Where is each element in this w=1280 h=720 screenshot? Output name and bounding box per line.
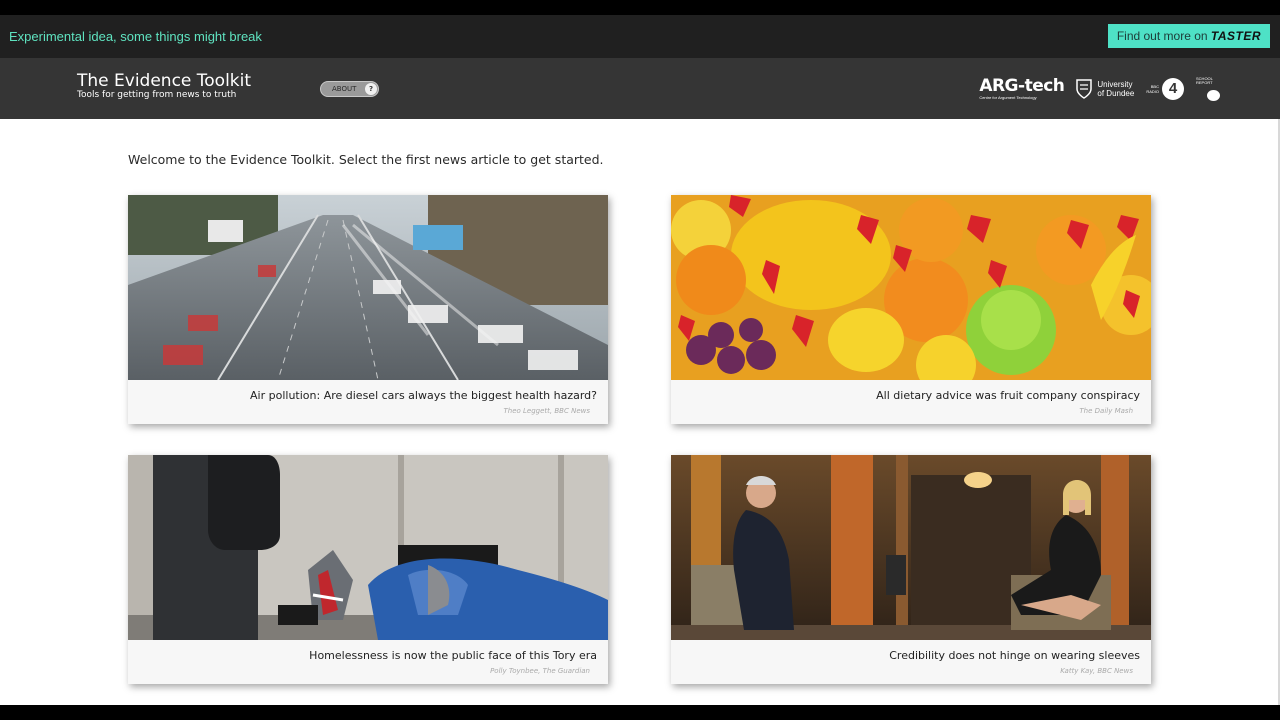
question-icon: ? (365, 83, 377, 95)
about-label: ABOUT (332, 85, 357, 93)
article-card[interactable]: Credibility does not hinge on wearing sl… (671, 455, 1151, 684)
article-byline: Theo Leggett, BBC News (503, 407, 591, 415)
welcome-text: Welcome to the Evidence Toolkit. Select … (128, 152, 604, 167)
article-headline: Credibility does not hinge on wearing sl… (889, 649, 1140, 662)
motorway-traffic-photo (128, 195, 608, 380)
site-title[interactable]: The Evidence Toolkit (77, 71, 251, 91)
site-subtitle: Tools for getting from news to truth (77, 90, 237, 100)
shield-icon (1076, 79, 1093, 99)
bottom-letterbox (0, 705, 1280, 720)
find-out-more-taster-button[interactable]: Find out more on TASTER (1107, 24, 1270, 48)
article-headline: Air pollution: Are diesel cars always th… (250, 389, 597, 402)
bbc-radio-4-logo: BBC RADIO 4 (1146, 78, 1184, 100)
about-button[interactable]: ABOUT ? (320, 81, 379, 97)
experimental-banner: Experimental idea, some things might bre… (0, 15, 1280, 58)
article-card[interactable]: Homelessness is now the public face of t… (128, 455, 608, 684)
interview-photo (671, 455, 1151, 640)
article-card[interactable]: Air pollution: Are diesel cars always th… (128, 195, 608, 424)
site-header: The Evidence Toolkit Tools for getting f… (0, 58, 1280, 119)
taster-button-label: Find out more on (1116, 29, 1211, 43)
article-caption: Credibility does not hinge on wearing sl… (671, 640, 1151, 684)
article-headline: Homelessness is now the public face of t… (309, 649, 597, 662)
article-caption: Air pollution: Are diesel cars always th… (128, 380, 608, 424)
article-byline: Katty Kay, BBC News (1060, 667, 1133, 675)
partner-logos: ARG-tech Centre for Argument Technology … (979, 74, 1220, 104)
article-headline: All dietary advice was fruit company con… (876, 389, 1140, 402)
argtech-logo: ARG-tech Centre for Argument Technology (979, 76, 1065, 100)
main-content: Welcome to the Evidence Toolkit. Select … (0, 119, 1280, 705)
taster-brand: TASTER (1210, 29, 1261, 43)
fruit-pile-photo (671, 195, 1151, 380)
experimental-notice: Experimental idea, some things might bre… (9, 29, 262, 44)
speech-bubble-icon (1207, 90, 1220, 101)
article-caption: Homelessness is now the public face of t… (128, 640, 608, 684)
article-card[interactable]: All dietary advice was fruit company con… (671, 195, 1151, 424)
app-frame: Experimental idea, some things might bre… (0, 0, 1280, 720)
article-byline: The Daily Mash (1079, 407, 1133, 415)
article-caption: All dietary advice was fruit company con… (671, 380, 1151, 424)
article-byline: Polly Toynbee, The Guardian (490, 667, 590, 675)
rough-sleeper-photo (128, 455, 608, 640)
university-of-dundee-logo: University of Dundee (1076, 79, 1134, 99)
school-report-logo: SCHOOL REPORT (1196, 77, 1220, 101)
